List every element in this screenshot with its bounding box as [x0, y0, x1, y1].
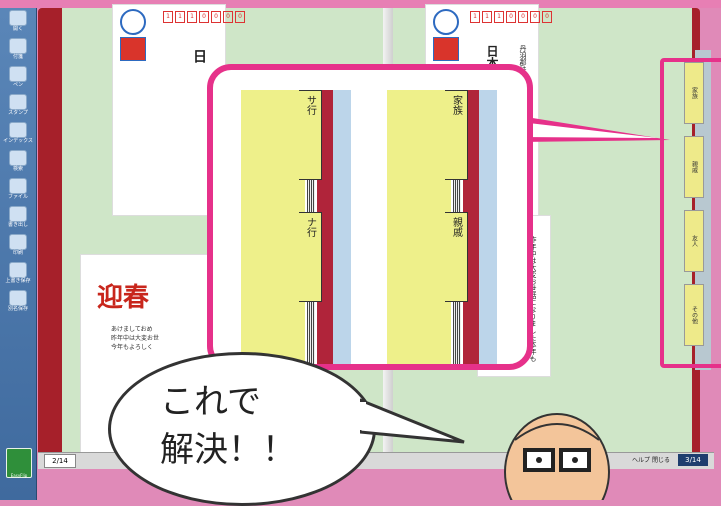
addressee-name: 日 — [191, 49, 207, 63]
toolbar-save-button[interactable]: 上書き保存 — [3, 262, 33, 290]
help-close-links[interactable]: ヘルプ 閉じる — [632, 455, 670, 464]
callout-pointer — [520, 116, 670, 142]
zoom-callout: サ行 ナ行 家族 親戚 — [207, 64, 533, 370]
zoom-tab-relatives: 親戚 — [445, 212, 468, 302]
zoom-tab-family: 家族 — [445, 90, 468, 180]
postage-stamp-icon — [432, 9, 460, 63]
export-icon — [9, 206, 27, 222]
toolbar-sticky-button[interactable]: 付箋 — [3, 38, 33, 66]
close-link[interactable]: 閉じる — [652, 457, 670, 464]
zoom-tab-column-right: 家族 親戚 — [387, 90, 497, 364]
toolbar-pen-button[interactable]: ペン — [3, 66, 33, 94]
stamp-icon — [9, 94, 27, 110]
toolbar-file-button[interactable]: ファイル — [3, 178, 33, 206]
index-highlight-frame — [660, 58, 721, 368]
zoom-tab-na-row: ナ行 — [299, 212, 322, 302]
speech-bubble-tail — [360, 398, 465, 444]
save-as-icon — [9, 290, 27, 306]
search-icon — [9, 150, 27, 166]
open-icon — [9, 10, 27, 26]
pen-icon — [9, 66, 27, 82]
toolbar-open-button[interactable]: 開く — [3, 10, 33, 38]
left-page-number[interactable]: 2/14 — [44, 454, 76, 468]
toolbar-index-button[interactable]: インデックス — [3, 122, 33, 150]
zoom-tab-column-left: サ行 ナ行 — [241, 90, 351, 364]
toolbar-stamp-button[interactable]: スタンプ — [3, 94, 33, 122]
side-toolbar: 開く 付箋 ペン スタンプ インデックス 検索 ファイル 書き出し 印刷 上書き… — [0, 8, 37, 500]
postage-stamp-icon — [119, 9, 147, 63]
print-icon — [9, 234, 27, 250]
zoom-tab-sa-row: サ行 — [299, 90, 322, 180]
easyflip-logo[interactable]: EasyFlip — [6, 448, 32, 478]
index-icon — [9, 122, 27, 138]
save-icon — [9, 262, 27, 278]
toolbar-export-button[interactable]: 書き出し — [3, 206, 33, 234]
right-page-number[interactable]: 3/14 — [678, 454, 708, 466]
zip-code-boxes: 1110000 — [470, 11, 552, 23]
toolbar-search-button[interactable]: 検索 — [3, 150, 33, 178]
file-icon — [9, 178, 27, 194]
sticky-note-icon — [9, 38, 27, 54]
toolbar-save-as-button[interactable]: 別名保存 — [3, 290, 33, 318]
toolbar-print-button[interactable]: 印刷 — [3, 234, 33, 262]
greeting-title: 迎春 — [97, 283, 150, 313]
speech-bubble-text: これで 解決！！ — [160, 382, 296, 470]
mascot-character — [504, 413, 610, 500]
top-bar — [0, 0, 721, 8]
help-link[interactable]: ヘルプ — [632, 457, 650, 464]
greeting-body: あけましておめ 昨年中は大変お世 今年もよろしく — [111, 326, 160, 351]
zip-code-boxes: 1110000 — [163, 11, 245, 23]
